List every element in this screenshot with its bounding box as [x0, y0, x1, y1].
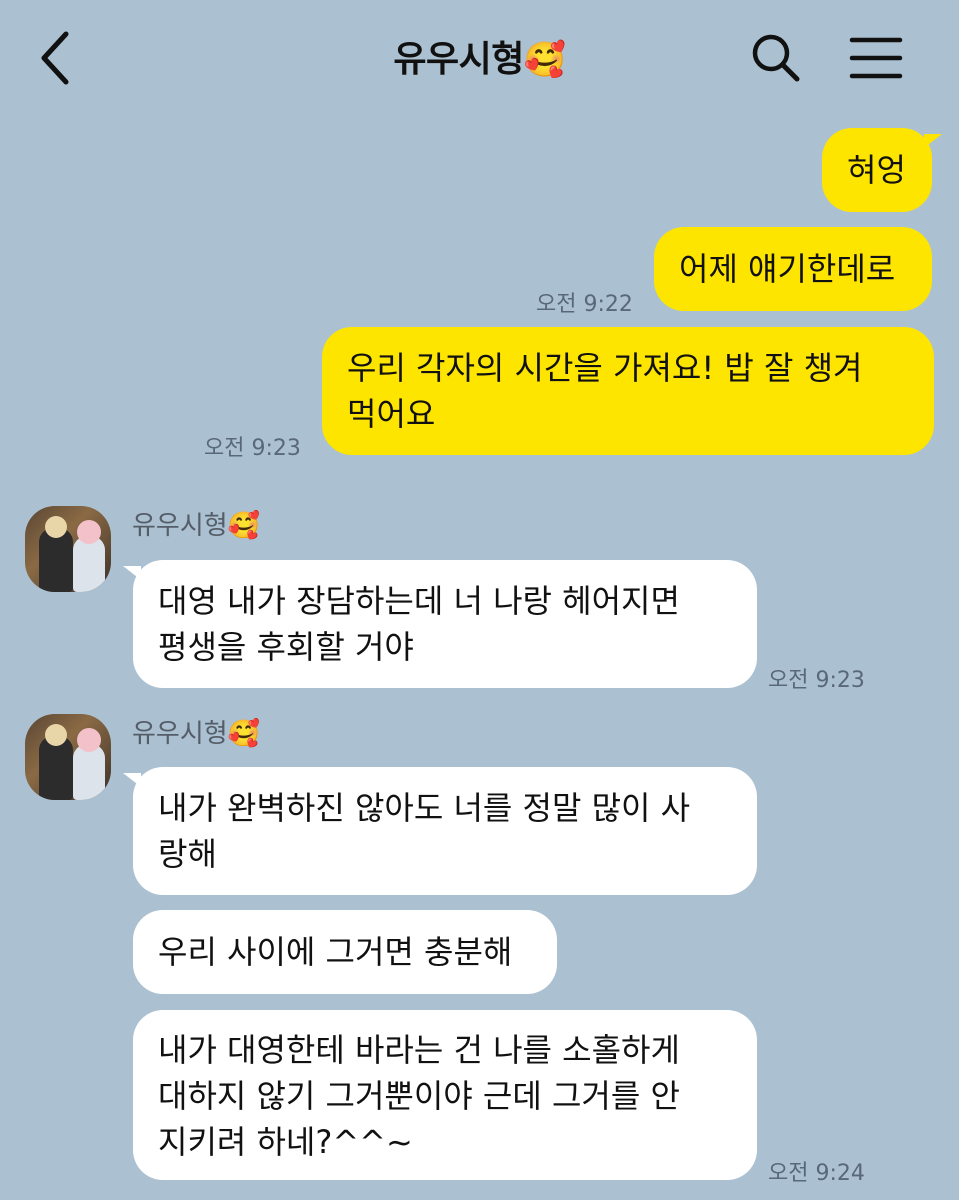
incoming-message-bubble[interactable]: 대영 내가 장담하는데 너 나랑 헤어지면 평생을 후회할 거야	[123, 560, 757, 688]
message-timestamp: 오전 9:23	[204, 436, 301, 461]
message-text-line: 지키려 하네?^^~	[158, 1123, 413, 1161]
incoming-message-bubble[interactable]: 내가 대영한테 바라는 건 나를 소홀하게 대하지 않기 그거뿐이야 근데 그거…	[133, 1010, 757, 1180]
message-text: 어제 얘기한데로	[679, 250, 896, 288]
menu-button[interactable]	[846, 30, 906, 86]
message-timestamp: 오전 9:22	[536, 292, 633, 317]
search-icon	[752, 34, 800, 82]
message-text-line: 내가 완벽하진 않아도 너를 정말 많이 사	[158, 789, 691, 827]
message-text-line: 내가 대영한테 바라는 건 나를 소홀하게	[158, 1031, 680, 1069]
smiling-face-with-hearts-emoji: 🥰	[227, 719, 261, 749]
smiling-face-with-hearts-emoji: 🥰	[523, 40, 566, 80]
message-text-line: 랑해	[158, 835, 217, 873]
outgoing-message-bubble[interactable]: 혀엉	[822, 128, 942, 212]
chat-title-text: 유우시형	[393, 39, 524, 80]
outgoing-message-bubble[interactable]: 어제 얘기한데로	[654, 227, 932, 311]
message-text-line: 평생을 후회할 거야	[158, 628, 414, 666]
message-text-line: 우리 각자의 시간을 가져요! 밥 잘 챙겨	[347, 349, 863, 387]
sender-name: 유우시형🥰	[132, 511, 261, 541]
chat-header: 유우시형🥰	[0, 0, 959, 118]
message-text-line: 대하지 않기 그거뿐이야 근데 그거를 안	[158, 1077, 680, 1115]
message-text-line: 먹어요	[347, 395, 436, 433]
message-text: 혀엉	[847, 151, 906, 189]
bubble-tail	[123, 566, 141, 580]
smiling-face-with-hearts-emoji: 🥰	[227, 511, 261, 541]
search-button[interactable]	[748, 30, 804, 86]
outgoing-message-bubble[interactable]: 우리 각자의 시간을 가져요! 밥 잘 챙겨 먹어요	[322, 327, 934, 455]
message-timestamp: 오전 9:23	[768, 668, 865, 693]
bubble-tail	[123, 773, 141, 787]
avatar[interactable]	[25, 506, 111, 592]
message-timestamp: 오전 9:24	[768, 1161, 865, 1186]
chat-title: 유우시형🥰	[0, 30, 959, 82]
incoming-message-bubble[interactable]: 우리 사이에 그거면 충분해	[133, 910, 557, 994]
message-text-line: 대영 내가 장담하는데 너 나랑 헤어지면	[158, 582, 680, 620]
avatar[interactable]	[25, 714, 111, 800]
hamburger-menu-icon	[849, 37, 903, 79]
message-text: 우리 사이에 그거면 충분해	[158, 933, 513, 971]
incoming-message-bubble[interactable]: 내가 완벽하진 않아도 너를 정말 많이 사 랑해	[123, 767, 757, 895]
sender-name: 유우시형🥰	[132, 719, 261, 749]
bubble-tail	[924, 134, 942, 148]
